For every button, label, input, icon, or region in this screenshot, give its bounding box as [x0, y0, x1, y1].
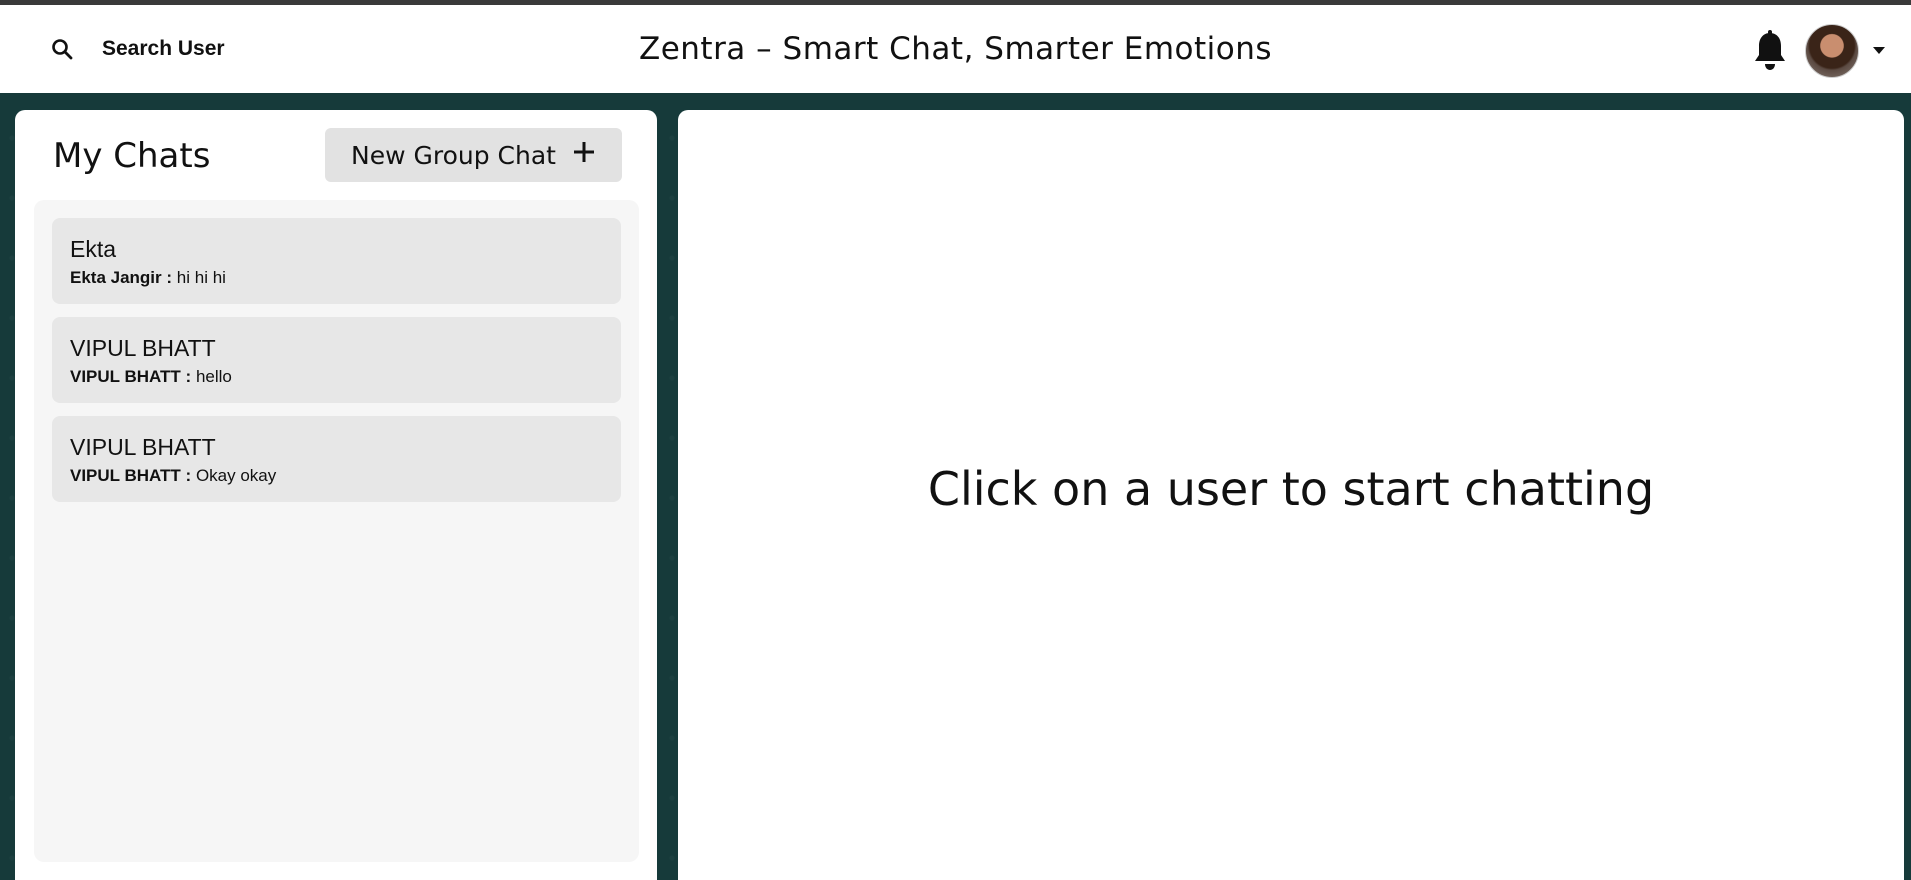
chat-name: VIPUL BHATT [70, 335, 216, 361]
plus-icon [572, 140, 596, 170]
chat-message-text: hi hi hi [176, 268, 226, 287]
chat-box-panel: Click on a user to start chatting [678, 110, 1904, 880]
profile-menu-button[interactable] [1805, 24, 1887, 78]
chat-list-item[interactable]: Ekta Ekta Jangir : hi hi hi [52, 218, 621, 304]
chat-latest-message: VIPUL BHATT : Okay okay [70, 466, 603, 486]
new-group-chat-button[interactable]: New Group Chat [325, 128, 622, 182]
bell-icon[interactable] [1749, 28, 1791, 74]
user-avatar [1805, 24, 1859, 78]
my-chats-panel: My Chats New Group Chat Ekta Ekta Jangir… [15, 110, 657, 880]
chat-list-item[interactable]: VIPUL BHATT VIPUL BHATT : hello [52, 317, 621, 403]
chat-message-text: hello [195, 367, 232, 386]
chat-message-text: Okay okay [195, 466, 277, 485]
empty-chat-message: Click on a user to start chatting [927, 462, 1655, 516]
chat-name: Ekta [70, 236, 117, 262]
chat-sender: Ekta Jangir : [70, 268, 173, 287]
chat-name: VIPUL BHATT [70, 434, 216, 460]
my-chats-header: My Chats New Group Chat [15, 110, 657, 200]
chevron-down-icon [1871, 43, 1887, 59]
chat-sender: VIPUL BHATT : [70, 466, 192, 485]
chat-latest-message: VIPUL BHATT : hello [70, 367, 603, 387]
chat-list-item[interactable]: VIPUL BHATT VIPUL BHATT : Okay okay [52, 416, 621, 502]
chat-latest-message: Ekta Jangir : hi hi hi [70, 268, 603, 288]
chat-list[interactable]: Ekta Ekta Jangir : hi hi hi VIPUL BHATT … [34, 200, 639, 862]
my-chats-title: My Chats [53, 136, 211, 176]
app-header: Search User Zentra – Smart Chat, Smarter… [0, 5, 1911, 93]
chat-sender: VIPUL BHATT : [70, 367, 192, 386]
new-group-chat-label: New Group Chat [351, 140, 556, 170]
header-actions [1749, 23, 1887, 79]
app-title: Zentra – Smart Chat, Smarter Emotions [638, 31, 1273, 67]
